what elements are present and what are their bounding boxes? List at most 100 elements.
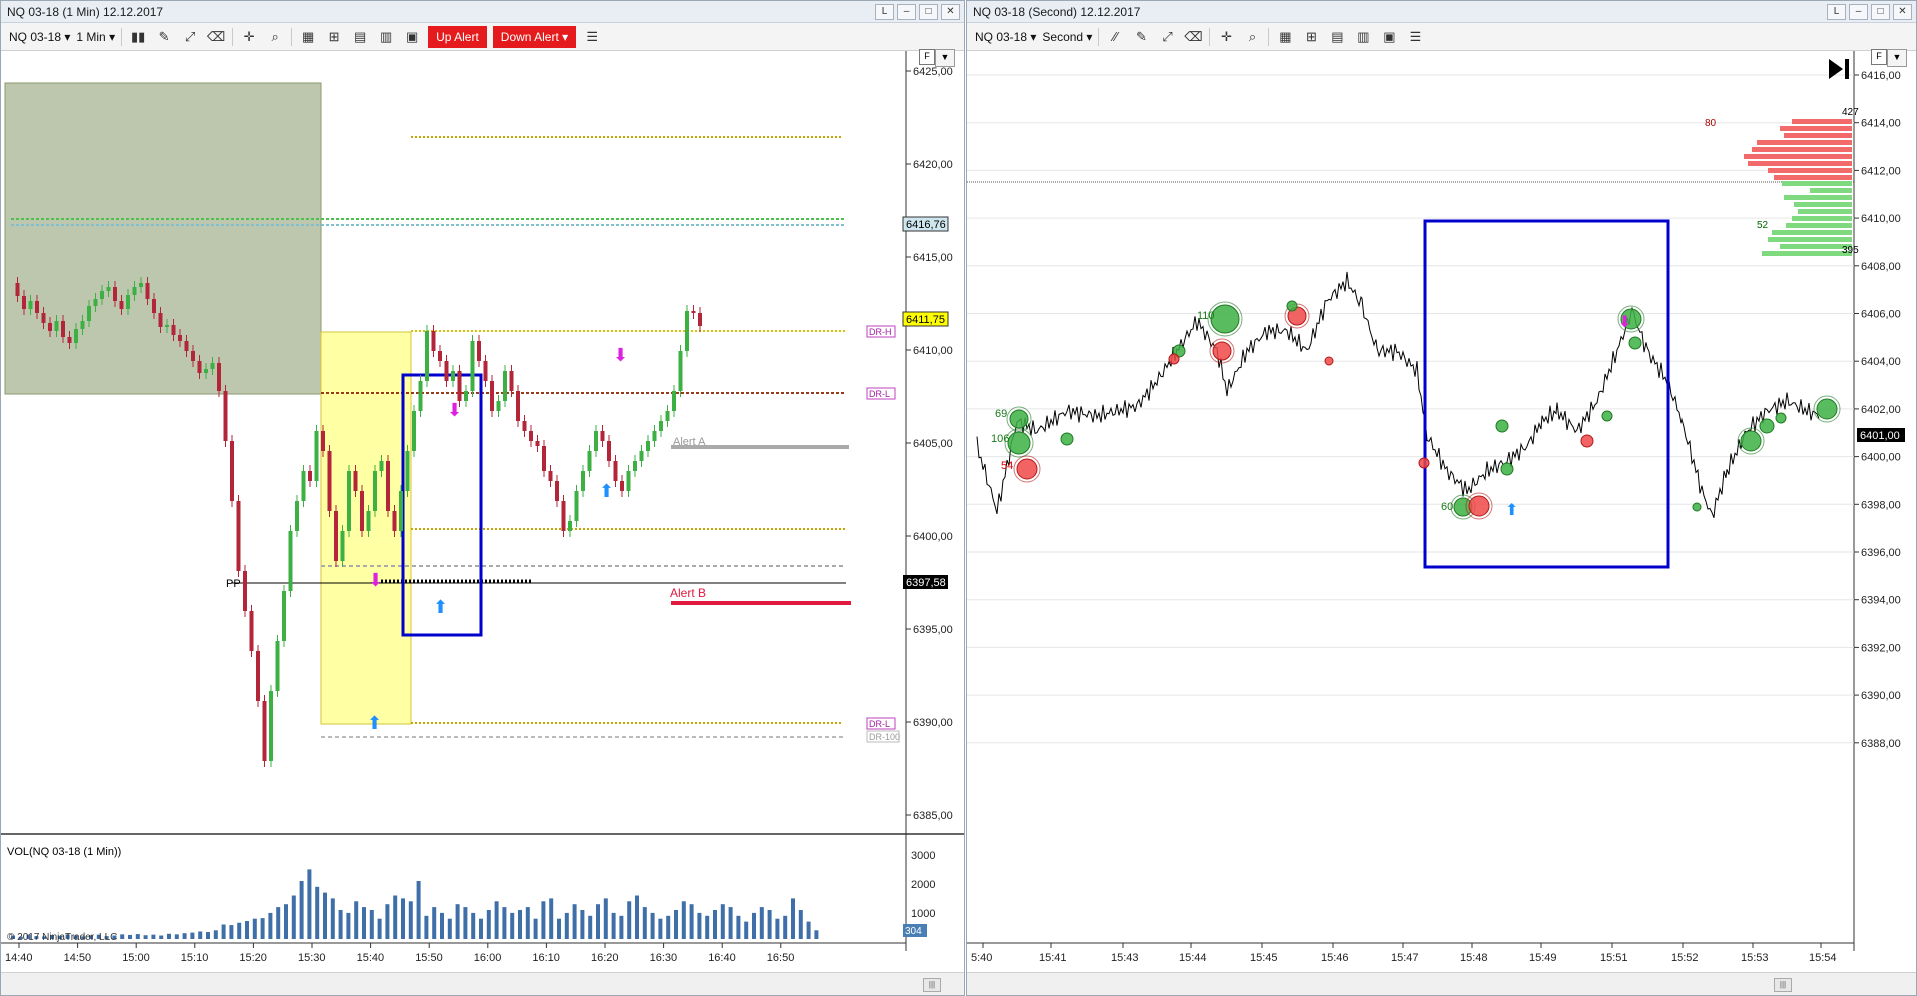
down-arrow-marker: ⬇: [368, 570, 383, 590]
down-alert-button[interactable]: Down Alert ▾: [492, 25, 577, 48]
chart-trader-icon[interactable]: ▦: [298, 27, 318, 47]
link-icon[interactable]: L: [1827, 4, 1846, 20]
time-tick-label: 16:20: [591, 952, 619, 964]
candle-body: [74, 329, 78, 343]
ladder-bid-bar: [1792, 216, 1852, 221]
properties-icon[interactable]: ▣: [1379, 27, 1399, 47]
volume-bar: [346, 912, 351, 939]
volume-bar: [135, 934, 140, 939]
candle-body: [444, 361, 449, 381]
close-button[interactable]: ✕: [1893, 4, 1912, 20]
chart-trader-icon[interactable]: ▦: [1275, 27, 1295, 47]
candle-body: [399, 491, 403, 531]
list-icon[interactable]: ☰: [1405, 27, 1425, 47]
eraser-icon[interactable]: ⌫: [206, 27, 226, 47]
candle-body: [288, 531, 293, 591]
strategies-icon[interactable]: ▤: [350, 27, 370, 47]
volume-bar: [580, 910, 585, 939]
interval-selector[interactable]: Second ▾: [1042, 30, 1092, 44]
bar-style-icon[interactable]: ▮▮: [128, 27, 148, 47]
volume-bar: [596, 904, 600, 939]
time-tick-label: 15:52: [1671, 952, 1699, 964]
left-scrollbar[interactable]: |||: [1, 972, 964, 995]
line-style-icon[interactable]: ⁄⁄: [1105, 27, 1125, 47]
magnifier-icon[interactable]: ⌕: [1242, 27, 1262, 47]
candle-body: [119, 301, 124, 309]
list-icon[interactable]: ☰: [582, 27, 602, 47]
candle-body: [327, 451, 332, 511]
ladder-bid-bar: [1762, 251, 1852, 256]
left-scale-f-button[interactable]: F: [919, 49, 935, 65]
indicators-icon[interactable]: ⊞: [324, 27, 344, 47]
instrument-selector[interactable]: NQ 03-18 ▾: [9, 30, 70, 44]
volume-bar: [744, 921, 749, 939]
candle-body: [171, 325, 176, 335]
interval-selector[interactable]: 1 Min ▾: [76, 30, 115, 44]
candle-body: [366, 511, 371, 531]
left-chart-window: NQ 03-18 (1 Min) 12.12.2017 L – □ ✕ NQ 0…: [0, 0, 965, 996]
right-scale-f-button[interactable]: F: [1871, 49, 1887, 65]
volume-bar: [642, 907, 647, 939]
pp-label: PP: [226, 578, 241, 590]
candle-body: [165, 325, 169, 327]
close-button[interactable]: ✕: [941, 4, 960, 20]
volume-tick-3000: 3000: [911, 850, 935, 862]
candle-body: [308, 471, 312, 481]
indicators-icon[interactable]: ⊞: [1301, 27, 1321, 47]
candle-body: [158, 313, 163, 327]
templates-icon[interactable]: ▥: [1353, 27, 1373, 47]
templates-icon[interactable]: ▥: [376, 27, 396, 47]
candle-body: [152, 299, 156, 313]
right-scrollbar[interactable]: |||: [967, 972, 1916, 995]
volume-bar: [674, 910, 678, 939]
up-alert-button[interactable]: Up Alert: [428, 25, 487, 48]
candle-body: [132, 287, 137, 295]
maximize-button[interactable]: □: [919, 4, 938, 20]
volume-bar: [627, 901, 632, 939]
minimize-button[interactable]: –: [1849, 4, 1868, 20]
candle-body: [490, 381, 494, 411]
time-tick-label: 14:50: [64, 952, 92, 964]
crosshair-icon[interactable]: ✛: [1216, 27, 1236, 47]
right-scale-dropdown[interactable]: ▼: [1887, 49, 1907, 67]
price-tick-label: 6416,00: [1861, 70, 1901, 82]
volume-bar: [791, 898, 795, 939]
zoom-icon[interactable]: ⤢: [1157, 27, 1177, 47]
volume-bar: [128, 934, 132, 939]
ladder-bid-bar: [1768, 237, 1852, 242]
volume-bar: [806, 921, 811, 939]
left-scale-dropdown[interactable]: ▼: [935, 49, 955, 67]
magnifier-icon[interactable]: ⌕: [265, 27, 285, 47]
zoom-icon[interactable]: ⤢: [180, 27, 200, 47]
minimize-button[interactable]: –: [897, 4, 916, 20]
volume-bar: [658, 918, 663, 939]
candle-body: [412, 411, 416, 451]
strategies-icon[interactable]: ▤: [1327, 27, 1347, 47]
properties-icon[interactable]: ▣: [402, 27, 422, 47]
volume-bar: [408, 901, 413, 939]
volume-bar: [752, 912, 756, 939]
volume-bar: [260, 918, 265, 939]
candle-body: [477, 341, 481, 361]
left-scroll-thumb[interactable]: |||: [923, 978, 941, 992]
last-price-tag: 6411,75: [906, 314, 945, 326]
crosshair-icon[interactable]: ✛: [239, 27, 259, 47]
price-tick-label: 6396,00: [1861, 547, 1901, 559]
left-price-chart[interactable]: ⬇ ⬇ ⬇ ⬆ ⬆ ⬆ PP Alert A Alert B DR-H DR-L…: [1, 51, 965, 975]
eraser-icon[interactable]: ⌫: [1183, 27, 1203, 47]
candle-body: [35, 301, 39, 313]
candle-body: [80, 321, 85, 329]
trade-bubble: [1210, 304, 1240, 334]
drawing-pencil-icon[interactable]: ✎: [1131, 27, 1151, 47]
right-scroll-thumb[interactable]: |||: [1774, 978, 1792, 992]
volume-bar: [182, 933, 187, 939]
ladder-top-size: 427: [1842, 107, 1859, 118]
maximize-button[interactable]: □: [1871, 4, 1890, 20]
link-icon[interactable]: L: [875, 4, 894, 20]
candle-body: [48, 323, 52, 331]
price-tick-label: 6405,00: [913, 438, 953, 450]
right-price-chart[interactable]: 427 395 80 52 ⬆ ⬇ 69 106 54 110 60 6416,…: [967, 51, 1917, 975]
instrument-selector[interactable]: NQ 03-18 ▾: [975, 30, 1036, 44]
drawing-pencil-icon[interactable]: ✎: [154, 27, 174, 47]
candle-body: [106, 287, 111, 291]
